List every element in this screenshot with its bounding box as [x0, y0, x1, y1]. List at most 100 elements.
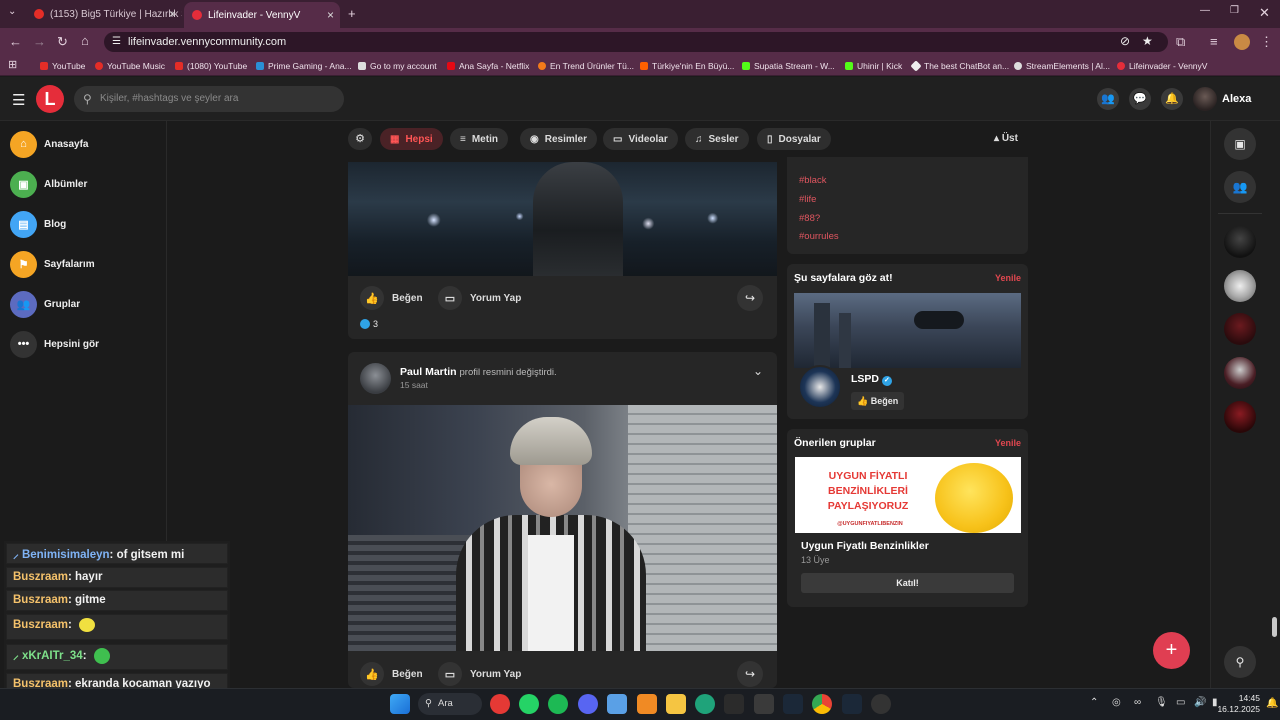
volume-icon[interactable]: 🔊: [1194, 697, 1206, 708]
browser-tab-big5[interactable]: (1153) Big5 Türkiye | Hazırlık Se ×: [26, 3, 182, 25]
browser-tab-lifeinvader[interactable]: Lifeinvader - VennyV ×: [184, 2, 340, 28]
hamburger-menu-icon[interactable]: ☰: [12, 91, 25, 109]
steam-icon[interactable]: [783, 694, 803, 714]
bookmark-youtube-1080[interactable]: (1080) YouTube: [175, 59, 247, 73]
contact-avatar[interactable]: [1224, 357, 1256, 389]
clock[interactable]: 14:45 16.12.2025: [1214, 693, 1260, 715]
lifeinvader-logo[interactable]: L: [36, 85, 64, 113]
file-explorer-icon[interactable]: [666, 694, 686, 714]
menu-icon[interactable]: ⋮: [1260, 34, 1273, 50]
hashtag-link[interactable]: #88?: [799, 213, 820, 224]
share-icon[interactable]: ↪: [737, 285, 763, 311]
forward-icon[interactable]: →: [33, 34, 46, 49]
join-group-button[interactable]: Katıl!: [801, 573, 1014, 593]
user-avatar[interactable]: [1193, 87, 1217, 111]
reaction-count[interactable]: 3: [360, 319, 378, 329]
page-name[interactable]: LSPD ✓: [851, 373, 892, 386]
like-button[interactable]: 👍 Beğen: [360, 662, 423, 686]
add-friend-icon[interactable]: 👥: [1224, 171, 1256, 203]
post-image[interactable]: [348, 162, 777, 276]
bookmark-trend[interactable]: En Trend Ürünler Tü...: [538, 59, 634, 73]
tray-icon[interactable]: ◎: [1112, 697, 1121, 708]
app-icon[interactable]: [637, 694, 657, 714]
post-time[interactable]: 15 saat: [400, 380, 428, 390]
contact-avatar[interactable]: [1224, 270, 1256, 302]
profile-avatar[interactable]: [1234, 34, 1250, 50]
tray-icon[interactable]: ∞: [1134, 697, 1141, 708]
bookmark-chatbot[interactable]: The best ChatBot an...: [910, 59, 1009, 73]
new-tab-icon[interactable]: +: [348, 6, 356, 21]
reload-icon[interactable]: ↻: [57, 34, 68, 50]
start-icon[interactable]: [390, 694, 410, 714]
bookmark-supatia[interactable]: Supatia Stream - W...: [742, 59, 835, 73]
app-icon[interactable]: [490, 694, 510, 714]
hashtag-link[interactable]: #black: [799, 175, 826, 186]
page-like-button[interactable]: 👍 Beğen: [851, 392, 905, 410]
bookmark-account[interactable]: Go to my account: [358, 59, 437, 73]
filter-dosyalar[interactable]: ▯ Dosyalar: [757, 128, 831, 150]
steam-icon[interactable]: [842, 694, 862, 714]
hashtag-link[interactable]: #ourrules: [799, 231, 839, 242]
menu-item-albumler[interactable]: ▣ Albümler: [10, 170, 87, 198]
tracking-icon[interactable]: ⊘: [1120, 34, 1130, 48]
app-icon[interactable]: [607, 694, 627, 714]
post-image[interactable]: [348, 405, 777, 651]
comment-button[interactable]: ▭ Yorum Yap: [438, 662, 521, 686]
bookmark-lifeinvader[interactable]: Lifeinvader - VennyV: [1117, 59, 1207, 73]
bookmark-prime-gaming[interactable]: Prime Gaming - Ana...: [256, 59, 352, 73]
bookmark-netflix[interactable]: Ana Sayfa - Netflix: [447, 59, 529, 73]
page-cover-image[interactable]: [794, 293, 1021, 368]
whatsapp-icon[interactable]: [519, 694, 539, 714]
tab-search-icon[interactable]: ⌄: [8, 6, 16, 17]
maximize-icon[interactable]: ❐: [1230, 5, 1239, 16]
app-icon[interactable]: [724, 694, 744, 714]
back-icon[interactable]: ←: [9, 34, 22, 49]
close-icon[interactable]: ×: [327, 8, 334, 22]
filter-metin[interactable]: ≡ Metin: [450, 128, 508, 150]
network-icon[interactable]: ▭: [1176, 697, 1185, 708]
bookmark-hb[interactable]: Türkiye'nin En Büyü...: [640, 59, 734, 73]
bookmark-star-icon[interactable]: ★: [1142, 34, 1153, 48]
close-window-icon[interactable]: ✕: [1259, 5, 1270, 21]
menu-item-sayfalarim[interactable]: ⚑ Sayfalarım: [10, 250, 95, 278]
menu-item-anasayfa[interactable]: ⌂ Anasayfa: [10, 130, 88, 158]
scrollbar-thumb[interactable]: [1272, 617, 1277, 637]
tray-chevron-icon[interactable]: ⌃: [1090, 697, 1098, 708]
filter-videolar[interactable]: ▭ Videolar: [603, 128, 678, 150]
taskbar-search[interactable]: ⚲ Ara: [418, 693, 482, 715]
lspd-seal[interactable]: [798, 365, 842, 409]
url-field[interactable]: ☰ lifeinvader.vennycommunity.com ⊘ ★: [104, 32, 1168, 52]
bookmark-kick[interactable]: Uhinir | Kick: [845, 59, 902, 73]
home-icon[interactable]: ⌂: [81, 33, 89, 48]
notification-center-icon[interactable]: 🔔: [1266, 698, 1278, 709]
scroll-top-button[interactable]: ▴ Üst: [994, 133, 1018, 144]
close-icon[interactable]: ×: [169, 7, 176, 21]
site-info-icon[interactable]: ☰: [112, 36, 121, 47]
media-icon[interactable]: ≡: [1210, 34, 1218, 49]
create-post-button[interactable]: +: [1153, 632, 1190, 669]
menu-item-hepsini-gor[interactable]: ••• Hepsini gör: [10, 330, 99, 358]
group-cover-image[interactable]: UYGUN FİYATLI BENZİNLİKLERİ PAYLAŞIYORUZ…: [795, 457, 1021, 533]
contact-avatar[interactable]: [1224, 226, 1256, 258]
edge-icon[interactable]: [695, 694, 715, 714]
comment-button[interactable]: ▭ Yorum Yap: [438, 286, 521, 310]
like-button[interactable]: 👍 Beğen: [360, 286, 423, 310]
refresh-link[interactable]: Yenile: [995, 273, 1021, 283]
filter-settings-icon[interactable]: ⚙: [348, 128, 372, 150]
author-name[interactable]: Paul Martin: [400, 366, 457, 378]
filter-hepsi[interactable]: ▦ Hepsi: [380, 128, 443, 150]
friends-icon[interactable]: 👥: [1097, 88, 1119, 110]
bookmark-youtube-music[interactable]: YouTube Music: [95, 59, 165, 73]
apps-icon[interactable]: ⊞: [8, 58, 17, 71]
group-name[interactable]: Uygun Fiyatlı Benzinlikler: [801, 540, 929, 552]
author-avatar[interactable]: [360, 363, 391, 394]
share-icon[interactable]: ↪: [737, 661, 763, 687]
chevron-down-icon[interactable]: ⌄: [753, 364, 763, 378]
user-name[interactable]: Alexa: [1222, 93, 1251, 105]
extensions-icon[interactable]: ⧉: [1176, 34, 1185, 50]
hashtag-link[interactable]: #life: [799, 194, 816, 205]
search-contacts-icon[interactable]: ⚲: [1224, 646, 1256, 678]
filter-resimler[interactable]: ◉ Resimler: [520, 128, 597, 150]
microphone-icon[interactable]: 🎙: [1155, 697, 1168, 708]
contact-avatar[interactable]: [1224, 313, 1256, 345]
